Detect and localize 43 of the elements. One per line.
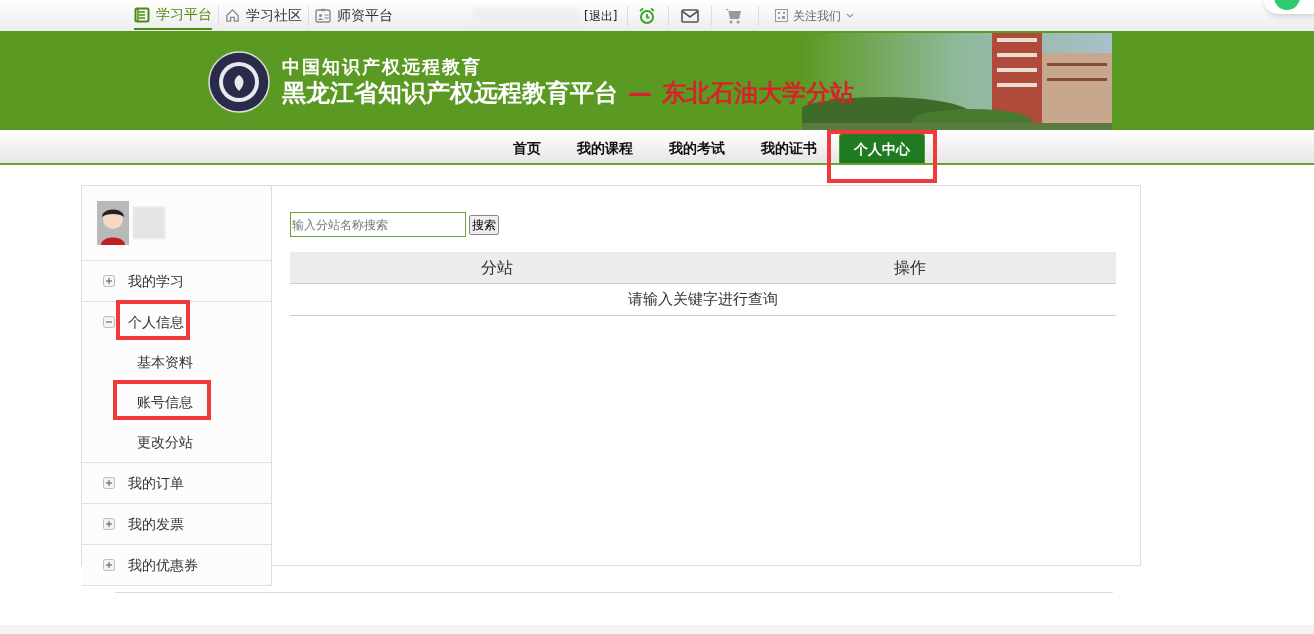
empty-message: 请输入关键字进行查询 (628, 289, 778, 311)
chevron-down-icon (846, 12, 855, 19)
banner-dash: — (628, 77, 652, 108)
banner-subtitle: 中国知识产权远程教育 (282, 55, 483, 78)
nav-tab[interactable]: 首页 (499, 133, 555, 163)
qr-code-icon (775, 9, 789, 22)
expand-icon[interactable] (103, 518, 115, 530)
sidebar-item[interactable]: 我的发票 (128, 516, 184, 532)
home-icon (225, 8, 240, 23)
nav-tab[interactable]: 我的证书 (747, 133, 831, 163)
avatar-icon (97, 201, 129, 245)
redacted-username (133, 207, 165, 239)
sidebar-item[interactable]: 我的优惠券 (128, 557, 198, 573)
book-icon (134, 6, 150, 23)
branch-name: 东北石油大学分站 (662, 77, 854, 108)
top-nav-link[interactable]: 学习平台 (134, 1, 212, 30)
sidebar-item[interactable]: 我的订单 (128, 475, 184, 491)
id-card-icon (315, 8, 331, 23)
sidebar-subitem[interactable]: 基本资料 (137, 354, 193, 370)
mail-icon[interactable] (681, 8, 700, 23)
sidebar-subitem[interactable]: 账号信息 (137, 394, 193, 410)
nav-tab[interactable]: 我的考试 (655, 133, 739, 163)
search-field[interactable]: 输入分站名称搜索 (290, 212, 466, 237)
logo-icon (208, 50, 270, 113)
sidebar-item[interactable]: 我的学习 (128, 273, 184, 289)
column-header: 分站 (479, 257, 514, 279)
nav-tab[interactable]: 个人中心 (839, 133, 925, 163)
expand-icon[interactable] (103, 275, 115, 287)
column-header: 操作 (892, 257, 927, 279)
alarm-clock-icon[interactable] (638, 6, 657, 25)
expand-icon[interactable] (103, 477, 115, 489)
search-button[interactable]: 搜索 (469, 214, 499, 235)
nav-tab[interactable]: 我的课程 (563, 133, 647, 163)
top-nav-link[interactable]: 师资平台 (315, 1, 393, 30)
sidebar-subitem[interactable]: 更改分站 (137, 434, 193, 450)
sidebar-item[interactable]: 个人信息 (128, 314, 184, 330)
follow-us-menu[interactable]: 关注我们 (775, 6, 855, 25)
logout-link[interactable]: [退出] (584, 6, 618, 25)
banner-title: 黑龙江省知识产权远程教育平台 (282, 77, 618, 108)
cart-icon[interactable] (724, 7, 743, 24)
collapse-icon[interactable] (103, 316, 115, 328)
expand-icon[interactable] (103, 559, 115, 571)
top-nav-link[interactable]: 学习社区 (225, 1, 302, 30)
